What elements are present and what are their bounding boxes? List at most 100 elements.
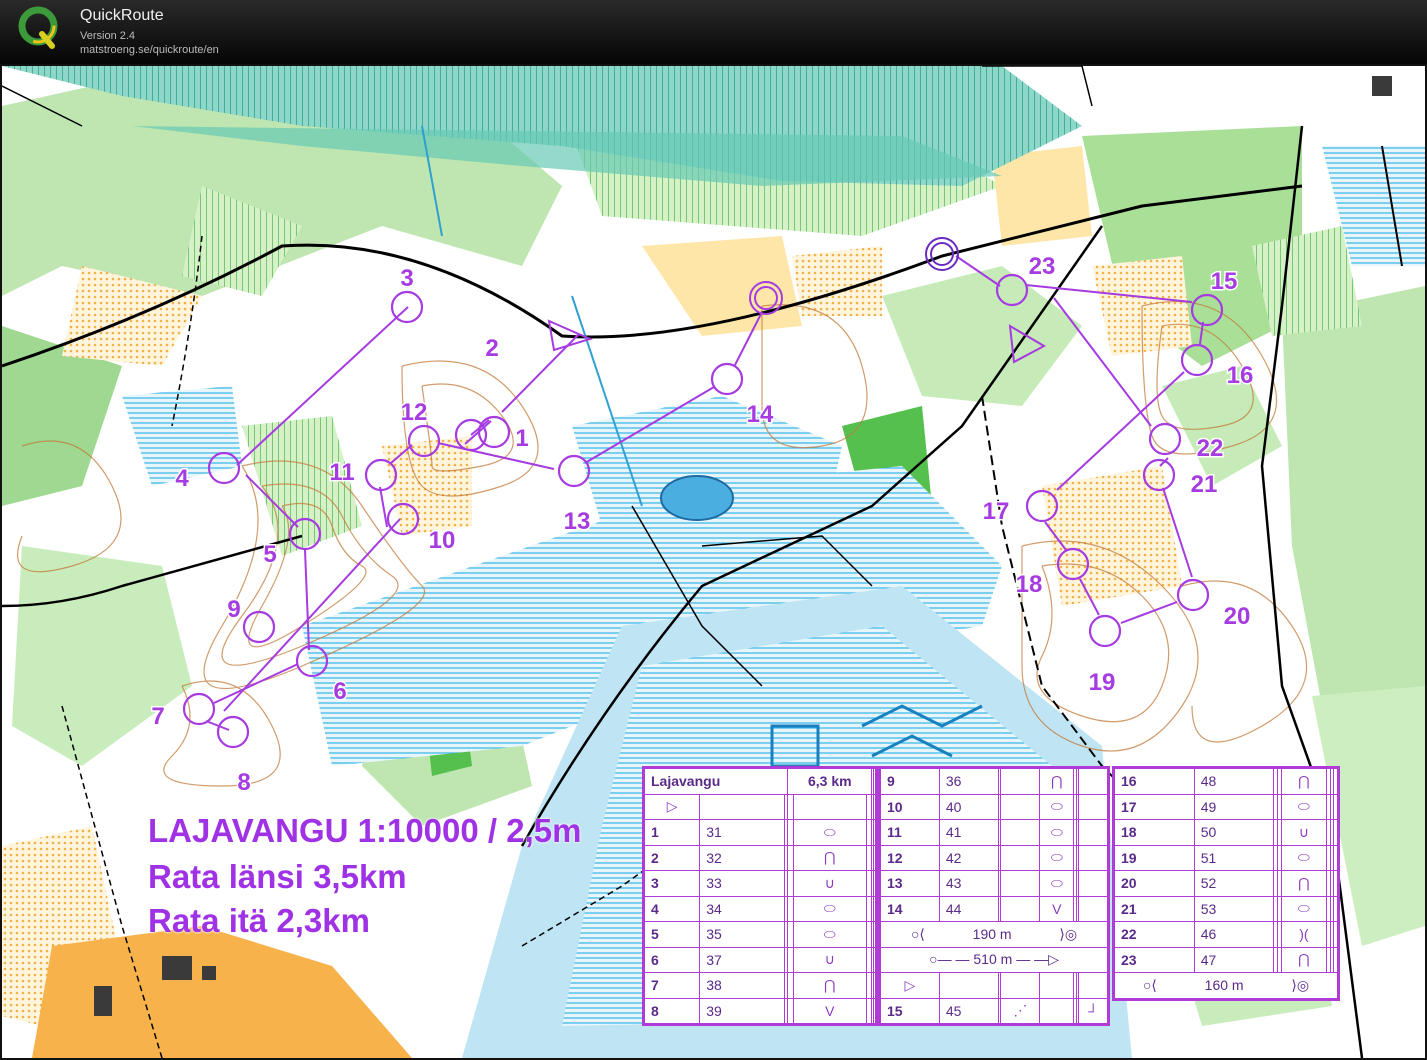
control-code: 31 [699, 819, 785, 846]
control-number-5: 5 [263, 541, 276, 568]
empty-cell [873, 972, 876, 999]
description-row: 5 35 ⬭ [643, 921, 876, 948]
control-sequence-number: 2 [643, 844, 701, 871]
app-url: matstroeng.se/quickroute/en [80, 44, 219, 56]
control-code: 50 [1193, 819, 1275, 846]
control-number-23: 23 [1029, 253, 1056, 280]
feature-symbol-icon: ⬭ [1280, 844, 1328, 871]
feature-symbol-icon: ⬭ [792, 921, 867, 948]
empty-cell [873, 870, 876, 897]
empty-cell [1333, 895, 1338, 922]
empty-cell [1078, 793, 1108, 820]
description-row: 7 38 ⋂ [643, 972, 876, 999]
control-code: 48 [1193, 768, 1275, 795]
description-row: 22 46)( [1114, 921, 1338, 948]
marked-route-start-icon: ○⟨ [910, 925, 925, 942]
control-code: 36 [938, 768, 999, 795]
feature-symbol-icon: ∪ [792, 870, 867, 897]
control-code: 35 [699, 921, 785, 948]
feature-symbol-icon: ⋂ [792, 844, 867, 871]
empty-cell [1078, 870, 1108, 897]
control-number-11: 11 [329, 459, 354, 486]
control-sequence-number: 6 [643, 946, 701, 973]
empty-cell [1000, 793, 1041, 820]
course-name: Lajavangu [643, 768, 789, 795]
control-code: 43 [938, 870, 999, 897]
control-number-22: 22 [1197, 435, 1224, 462]
feature-symbol-icon: ⬭ [1280, 895, 1328, 922]
control-code: 37 [699, 946, 785, 973]
control-code: 40 [938, 793, 999, 820]
control-code: 34 [699, 895, 785, 922]
control-code: 49 [1193, 793, 1275, 820]
empty-cell [1078, 844, 1108, 871]
course-length: 6,3 km [787, 768, 873, 795]
app-title: QuickRoute [80, 7, 164, 24]
description-row: 6 37 ∪ [643, 946, 876, 973]
control-number-19: 19 [1089, 669, 1116, 696]
empty-cell [1078, 768, 1108, 795]
control-number-20: 20 [1224, 603, 1251, 630]
restart-triangle-icon: ▷ [880, 972, 940, 999]
leg-row-1: ○⟨ 190 m ⟩◎ [880, 921, 1108, 948]
description-row: 10 40 ⬭ [880, 793, 1108, 820]
description-row: 21 53 ⬭ [1114, 895, 1338, 922]
description-row: 4 34 ⬭ [643, 895, 876, 922]
description-row: 1 31 ⬭ [643, 819, 876, 846]
empty-cell [873, 819, 876, 846]
empty-cell [1000, 819, 1041, 846]
description-row: 15 45 ⋰ ┘ [880, 997, 1108, 1024]
finish-row: ○⟨ 160 m ⟩◎ [1114, 972, 1338, 999]
control-number-4: 4 [175, 465, 189, 492]
control-sequence-number: 5 [643, 921, 701, 948]
control-code: 53 [1193, 895, 1275, 922]
route-dashed-start-icon: ○— — [929, 951, 970, 968]
control-sequence-number: 18 [1114, 819, 1195, 846]
description-row: 2 32 ⋂ [643, 844, 876, 871]
control-sequence-number: 13 [880, 870, 940, 897]
control-number-17: 17 [983, 498, 1010, 525]
empty-cell [1333, 844, 1338, 871]
control-number-15: 15 [1211, 268, 1238, 295]
empty-cell [1078, 819, 1108, 846]
orienteering-map[interactable]: 1 2 3 4 5 6 7 8 9 10 11 12 13 14 15 16 17 18 19 20 21 22 23 LA… [2, 66, 1425, 1058]
empty-cell [1000, 844, 1041, 871]
control-code: 42 [938, 844, 999, 871]
description-row: 20 52 ⋂ [1114, 870, 1338, 897]
corner-icon: ┘ [1078, 997, 1108, 1024]
marked-route-end-icon: ⟩◎ [1059, 925, 1078, 942]
description-row: 9 36 ⋂ [880, 768, 1108, 795]
finish-funnel-start-icon: ○⟨ [1142, 976, 1157, 993]
finish-funnel-end-icon: ⟩◎ [1291, 976, 1310, 993]
control-number-16: 16 [1227, 362, 1254, 389]
map-title-line-3: Rata itä 2,3km [148, 902, 370, 939]
control-number-1: 1 [515, 425, 528, 452]
control-number-13: 13 [564, 508, 591, 535]
map-title-line-2: Rata länsi 3,5km [148, 858, 407, 895]
feature-symbol-icon: ∪ [792, 946, 867, 973]
control-sequence-number: 22 [1114, 921, 1195, 948]
control-number-10: 10 [429, 527, 456, 554]
feature-symbol-icon: V [1039, 895, 1075, 922]
feature-symbol-icon: ⋂ [1280, 946, 1328, 973]
control-description-sheet-west: Lajavangu 6,3 km ▷ 1 31 ⬭ 2 32 ⋂ 3 33 ∪ 4 34 ⬭ 5 35 ⬭ 6… [642, 766, 878, 1026]
empty-cell [1333, 870, 1338, 897]
map-title-line-1: LAJAVANGU 1:10000 / 2,5m [148, 812, 582, 849]
control-sequence-number: 4 [643, 895, 701, 922]
app-version: Version 2.4 [80, 30, 136, 42]
empty-cell [1333, 946, 1338, 973]
control-sequence-number: 21 [1114, 895, 1195, 922]
control-sequence-number: 11 [880, 819, 940, 846]
control-sequence-number: 3 [643, 870, 701, 897]
start-row: ▷ [643, 793, 876, 820]
empty-cell [873, 997, 876, 1024]
control-number-14: 14 [747, 401, 774, 428]
control-sequence-number: 8 [643, 997, 701, 1024]
control-sequence-number: 7 [643, 972, 701, 999]
description-row: 14 44 V [880, 895, 1108, 922]
empty-cell [873, 946, 876, 973]
description-row: 16 48 ⋂ [1114, 768, 1338, 795]
control-sequence-number: 16 [1114, 768, 1195, 795]
control-code: 47 [1193, 946, 1275, 973]
control-number-8: 8 [237, 769, 250, 796]
